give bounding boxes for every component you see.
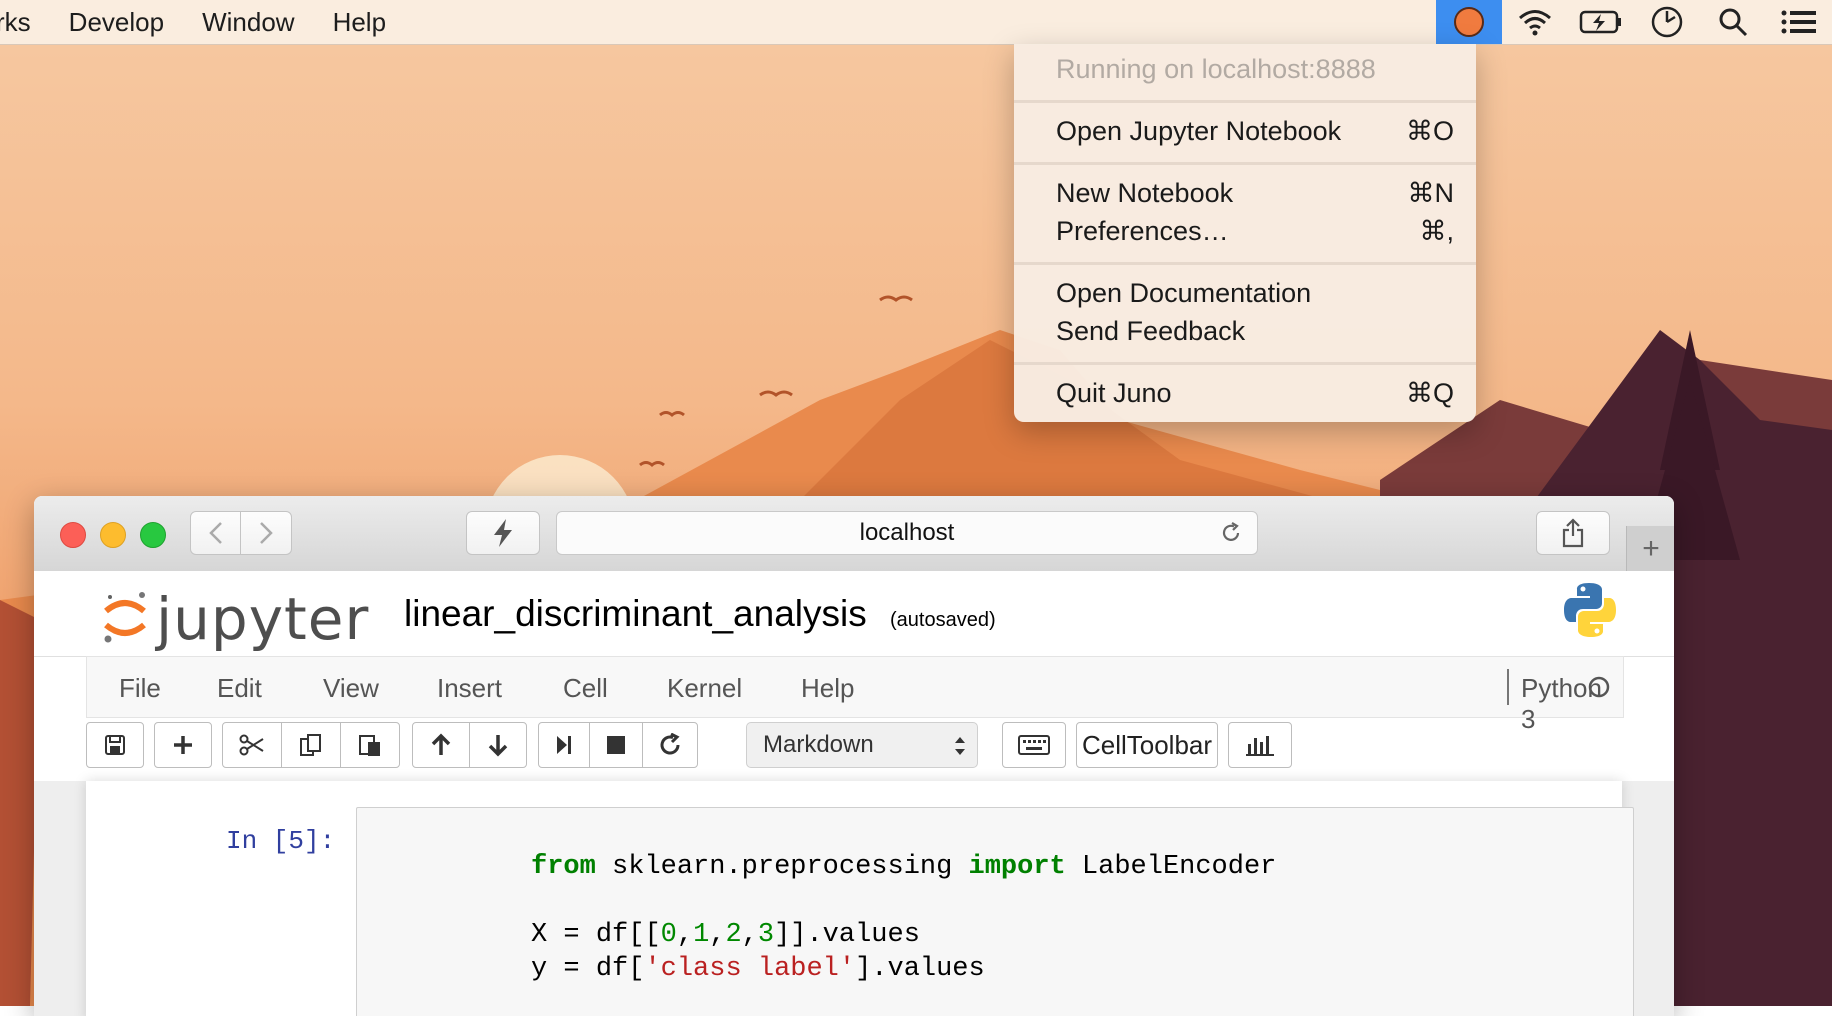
- notebook-site: In [5]: from sklearn.preprocessing impor…: [34, 781, 1674, 1016]
- juno-status-menu: Running on localhost:8888 Open Jupyter N…: [1014, 44, 1476, 422]
- stop-icon: [607, 736, 625, 754]
- running-status: Running on localhost:8888: [1056, 54, 1376, 84]
- cut-button[interactable]: [222, 722, 282, 768]
- paste-button[interactable]: [340, 722, 400, 768]
- move-cell-up-button[interactable]: [412, 722, 470, 768]
- clock-icon[interactable]: [1634, 0, 1700, 44]
- menu-item-preferences[interactable]: Preferences… ⌘,: [1056, 216, 1454, 247]
- system-menubar: rks Develop Window Help: [0, 0, 1832, 45]
- interrupt-kernel-button[interactable]: [589, 722, 643, 768]
- chevron-left-icon: [209, 522, 222, 544]
- browser-titlebar: localhost +: [34, 496, 1674, 572]
- notebook-title[interactable]: linear_discriminant_analysis: [404, 593, 867, 635]
- status-area: [1436, 0, 1832, 44]
- cell-type-select[interactable]: Markdown: [746, 722, 978, 768]
- lightning-icon: [494, 519, 512, 547]
- save-icon: [105, 735, 125, 755]
- jupyter-logo-icon[interactable]: [100, 589, 150, 645]
- select-arrows-icon: [955, 737, 965, 755]
- menubar-item-help[interactable]: Help: [333, 7, 386, 38]
- jupyter-header: jupyter linear_discriminant_analysis (au…: [34, 571, 1674, 657]
- battery-charging-icon[interactable]: [1568, 0, 1634, 44]
- plus-icon: [174, 736, 192, 754]
- menu-separator: [1014, 262, 1476, 265]
- reader-lightning-button[interactable]: [466, 511, 540, 555]
- menu-item-send-feedback[interactable]: Send Feedback: [1056, 316, 1454, 347]
- menubar-item-develop[interactable]: Develop: [69, 7, 164, 38]
- step-forward-icon: [557, 736, 571, 754]
- command-palette-button[interactable]: [1002, 722, 1066, 768]
- code-cell-editor[interactable]: from sklearn.preprocessing import LabelE…: [356, 807, 1634, 1016]
- menu-cell[interactable]: Cell: [563, 673, 608, 704]
- address-bar[interactable]: localhost: [556, 511, 1258, 555]
- menu-item-open-jupyter-notebook[interactable]: Open Jupyter Notebook ⌘O: [1056, 116, 1454, 147]
- share-icon: [1562, 518, 1584, 548]
- cell-input-prompt: In [5]:: [226, 826, 336, 856]
- zoom-window-button[interactable]: [140, 522, 166, 548]
- wifi-icon[interactable]: [1502, 0, 1568, 44]
- menu-insert[interactable]: Insert: [437, 673, 502, 704]
- keyboard-icon: [1018, 735, 1050, 755]
- celltoolbar-button[interactable]: CellToolbar: [1076, 722, 1218, 768]
- menubar-item-partial[interactable]: rks: [0, 7, 31, 38]
- menu-item-quit-juno[interactable]: Quit Juno ⌘Q: [1056, 378, 1454, 409]
- insert-cell-button[interactable]: [154, 722, 212, 768]
- url-text: localhost: [859, 519, 955, 546]
- restart-kernel-button[interactable]: [642, 722, 698, 768]
- menu-separator: [1014, 100, 1476, 103]
- share-button[interactable]: [1536, 511, 1610, 555]
- chart-extension-button[interactable]: [1228, 722, 1292, 768]
- kernel-divider: [1507, 669, 1509, 705]
- close-window-button[interactable]: [60, 522, 86, 548]
- menu-separator: [1014, 162, 1476, 165]
- arrow-down-icon: [488, 735, 508, 757]
- menubar-item-window[interactable]: Window: [202, 7, 294, 38]
- notebook-toolbar: Markdown CellToolbar: [86, 722, 1646, 772]
- notebook-container: In [5]: from sklearn.preprocessing impor…: [86, 781, 1634, 1016]
- copy-button[interactable]: [281, 722, 341, 768]
- move-cell-down-button[interactable]: [469, 722, 527, 768]
- menu-kernel[interactable]: Kernel: [667, 673, 742, 704]
- menu-item-new-notebook[interactable]: New Notebook ⌘N: [1056, 178, 1454, 209]
- scissors-icon: [239, 734, 264, 756]
- menu-separator: [1014, 362, 1476, 365]
- juno-app-icon[interactable]: [1436, 0, 1502, 44]
- code-line: y = df['class label'].values: [531, 954, 985, 984]
- copy-icon: [300, 734, 321, 756]
- bar-chart-icon: [1246, 736, 1274, 756]
- menu-file[interactable]: File: [119, 673, 161, 704]
- menu-item-open-documentation[interactable]: Open Documentation: [1056, 278, 1454, 309]
- spotlight-search-icon[interactable]: [1700, 0, 1766, 44]
- paste-icon: [359, 735, 380, 756]
- arrow-up-icon: [431, 733, 451, 755]
- restart-icon: [660, 733, 680, 755]
- notebook-menubar: File Edit View Insert Cell Kernel Help P…: [86, 656, 1624, 734]
- python-logo-icon: [1564, 583, 1616, 637]
- forward-button[interactable]: [240, 511, 292, 555]
- back-button[interactable]: [190, 511, 242, 555]
- jupyter-logo-text[interactable]: jupyter: [156, 585, 369, 653]
- save-button[interactable]: [86, 722, 144, 768]
- browser-window: localhost + jupyter linear_discriminant_…: [34, 496, 1674, 1016]
- notification-center-icon[interactable]: [1766, 0, 1832, 44]
- reload-icon[interactable]: [1219, 521, 1243, 545]
- chevron-right-icon: [260, 522, 273, 544]
- run-cell-button[interactable]: [538, 722, 590, 768]
- new-tab-button[interactable]: +: [1626, 526, 1674, 571]
- menu-view[interactable]: View: [323, 673, 379, 704]
- menu-edit[interactable]: Edit: [217, 673, 262, 704]
- menu-help[interactable]: Help: [801, 673, 854, 704]
- kernel-idle-indicator-icon: [1588, 676, 1610, 698]
- minimize-window-button[interactable]: [100, 522, 126, 548]
- autosave-status: (autosaved): [890, 609, 996, 631]
